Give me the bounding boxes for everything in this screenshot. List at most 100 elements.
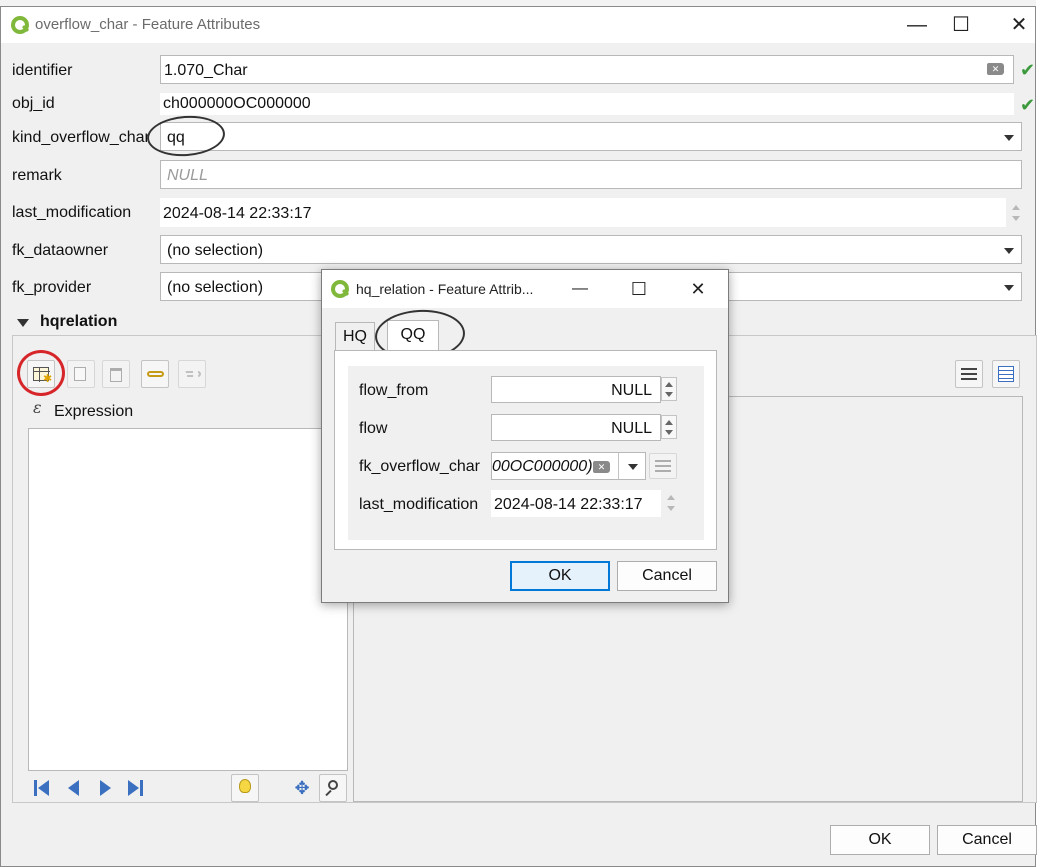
chevron-down-icon [1004,135,1014,141]
zoom-to-feature-button[interactable] [319,774,347,802]
cancel-button[interactable]: Cancel [937,825,1037,855]
obj-id-label: obj_id [12,95,55,112]
magnifier-icon [328,780,338,790]
dialog-cancel-button[interactable]: Cancel [617,561,717,591]
combo-divider [618,453,619,479]
chevron-down-icon[interactable] [628,464,638,470]
expression-label[interactable]: Expression [54,403,133,421]
identifier-value: 1.070_Char [164,62,248,79]
link-icon [147,371,164,377]
feature-list[interactable] [28,428,348,771]
unlink-feature-button[interactable] [178,360,206,388]
last-icon [128,780,139,796]
flow-spinner[interactable] [661,415,677,439]
annotation-circle [145,113,227,159]
identifier-label: identifier [12,62,73,79]
spin-down-icon [1012,216,1020,221]
spin-up-icon [665,382,673,387]
highlight-feature-button[interactable] [231,774,259,802]
identifier-input[interactable]: 1.070_Char ✕ [160,55,1014,84]
obj-id-field: ch000000OC000000 [160,93,1014,115]
first-feature-button[interactable] [34,780,54,796]
kind-overflow-char-label: kind_overflow_char [12,129,150,146]
trash-icon [110,368,122,382]
spin-down-icon [665,430,673,435]
window-titlebar: overflow_char - Feature Attributes — ☐ ✕ [1,7,1035,43]
dialog-close-button[interactable]: ✕ [678,274,718,304]
tab-page-qq: flow_from NULL flow NULL fk_overflow_cha… [334,350,717,550]
flow-input[interactable]: NULL [491,414,661,441]
duplicate-feature-button[interactable] [67,360,95,388]
obj-id-value: ch000000OC000000 [163,95,311,112]
form-view-icon [961,368,977,370]
table-view-button[interactable] [992,360,1020,388]
magnifier-handle [325,789,332,797]
next-feature-button[interactable] [100,780,111,796]
copy-icon [74,367,86,381]
collapse-triangle-icon[interactable] [17,319,29,327]
form-view-button[interactable] [955,360,983,388]
delete-feature-button[interactable] [102,360,130,388]
flow-value: NULL [611,420,652,437]
fk-overflow-char-combo[interactable]: 00OC000000) ✕ [491,452,646,480]
open-form-button[interactable] [649,453,677,479]
minimize-button[interactable]: — [897,10,937,40]
spin-up-icon [1012,205,1020,210]
first-icon [34,780,37,796]
spin-down-icon [667,506,675,511]
ok-button[interactable]: OK [830,825,930,855]
dialog-title: hq_relation - Feature Attrib... [356,281,534,297]
clear-icon[interactable]: ✕ [987,63,1004,75]
flow-from-spinner[interactable] [661,377,677,401]
dialog-ok-button[interactable]: OK [510,561,610,591]
spin-down-icon [665,392,673,397]
tab-hq[interactable]: HQ [335,322,375,351]
unlink-icon [184,371,201,377]
expression-icon: ε [33,398,42,417]
last-icon [140,780,143,796]
remark-label: remark [12,167,62,184]
fields-frame: flow_from NULL flow NULL fk_overflow_cha… [348,366,704,540]
flow-from-label: flow_from [359,382,429,399]
spin-up-icon [667,495,675,500]
fk-overflow-char-value: 00OC000000) [492,458,593,475]
last-modification-field: 2024-08-14 22:33:17 [160,198,1006,227]
previous-feature-button[interactable] [68,780,79,796]
first-icon [38,780,49,796]
fk-overflow-char-label: fk_overflow_char [359,458,480,475]
lightbulb-icon [239,779,251,793]
qgis-logo-icon [11,16,29,34]
valid-check-icon: ✔ [1020,95,1036,115]
datetime-spinner[interactable] [1009,200,1023,226]
remark-placeholder: NULL [167,167,208,184]
annotation-circle-red [17,350,65,396]
dialog-minimize-button[interactable]: — [560,274,600,304]
fk-provider-value: (no selection) [167,279,264,296]
hq-relation-dialog: hq_relation - Feature Attrib... — ☐ ✕ HQ… [321,269,729,603]
window-title: overflow_char - Feature Attributes [35,16,261,33]
child-last-modification-label: last_modification [359,496,479,513]
flow-from-input[interactable]: NULL [491,376,661,403]
last-modification-label: last_modification [12,204,132,221]
fk-dataowner-value: (no selection) [167,242,264,259]
kind-overflow-char-dropdown[interactable]: qq [160,122,1022,151]
close-button[interactable]: ✕ [999,10,1039,40]
chevron-down-icon [1004,248,1014,254]
clear-icon[interactable]: ✕ [593,461,610,473]
table-view-icon [998,366,1014,382]
form-view-icon [655,460,671,462]
pan-to-feature-button[interactable]: ✥ [291,777,313,799]
valid-check-icon: ✔ [1020,60,1036,80]
dialog-maximize-button[interactable]: ☐ [619,274,659,304]
fk-dataowner-dropdown[interactable]: (no selection) [160,235,1022,264]
last-feature-button[interactable] [128,780,148,796]
maximize-button[interactable]: ☐ [941,10,981,40]
remark-input[interactable]: NULL [160,160,1022,189]
flow-from-value: NULL [611,382,652,399]
chevron-down-icon [1004,285,1014,291]
dialog-titlebar: hq_relation - Feature Attrib... — ☐ ✕ [322,270,728,308]
link-feature-button[interactable] [141,360,169,388]
child-last-modification-field: 2024-08-14 22:33:17 [491,490,661,517]
child-last-modification-value: 2024-08-14 22:33:17 [494,496,643,513]
child-datetime-spinner[interactable] [664,491,678,517]
